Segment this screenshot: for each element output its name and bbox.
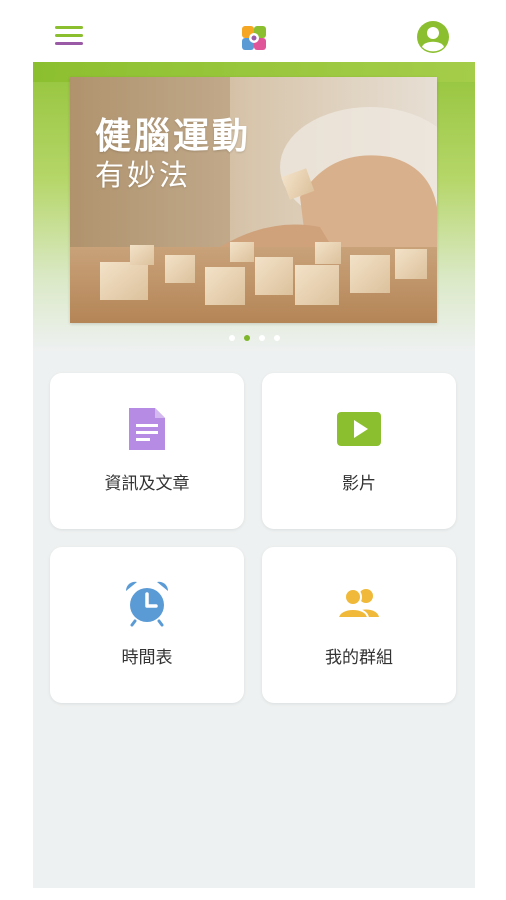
articles-tile[interactable]: 資訊及文章 xyxy=(50,373,244,529)
articles-tile-label: 資訊及文章 xyxy=(104,474,190,494)
carousel-dot-4[interactable] xyxy=(273,335,280,341)
app-logo-icon xyxy=(239,23,269,53)
videos-tile[interactable]: 影片 xyxy=(262,373,456,529)
my-groups-tile-label: 我的群組 xyxy=(325,648,393,668)
my-groups-tile[interactable]: 我的群組 xyxy=(262,547,456,703)
alarm-clock-icon xyxy=(123,579,171,627)
schedule-tile[interactable]: 時間表 xyxy=(50,547,244,703)
schedule-tile-label: 時間表 xyxy=(121,648,173,668)
videos-tile-label: 影片 xyxy=(342,474,376,494)
banner-carousel-slide[interactable]: 健腦運動 有妙法 xyxy=(70,77,437,323)
group-people-icon xyxy=(335,579,383,627)
top-bar xyxy=(33,0,475,62)
user-profile-icon[interactable] xyxy=(416,20,450,54)
play-video-icon xyxy=(335,405,383,453)
carousel-dot-1[interactable] xyxy=(228,335,235,341)
hamburger-menu-icon[interactable] xyxy=(53,24,85,48)
carousel-indicator xyxy=(33,333,475,343)
app-screen: 健腦運動 有妙法 資訊及文章 影片 時間表 我的群組 xyxy=(33,0,475,888)
carousel-dot-3[interactable] xyxy=(258,335,265,341)
banner-subtitle: 有妙法 xyxy=(95,158,192,192)
hero-section: 健腦運動 有妙法 xyxy=(33,62,475,352)
carousel-dot-2[interactable] xyxy=(243,335,250,341)
document-icon xyxy=(123,405,171,453)
